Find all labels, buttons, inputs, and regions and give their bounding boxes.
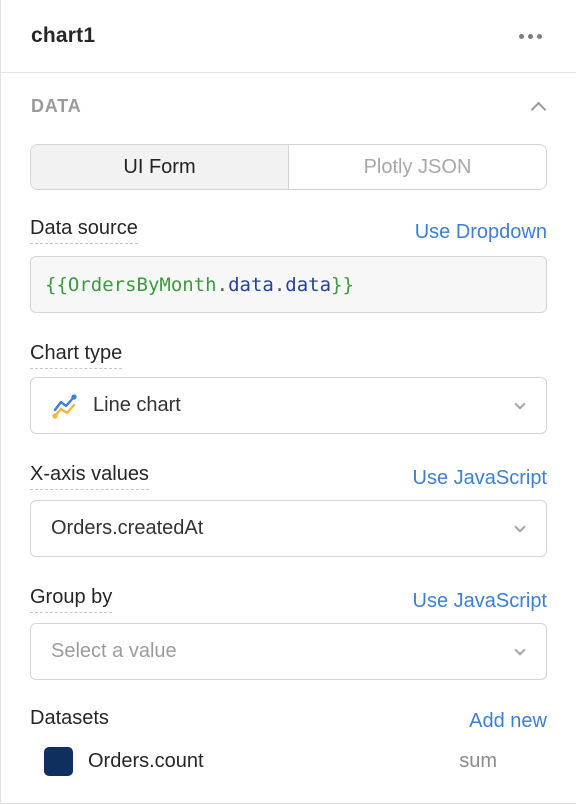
line-chart-icon <box>52 393 77 419</box>
group-by-placeholder: Select a value <box>51 640 177 662</box>
use-dropdown-link[interactable]: Use Dropdown <box>415 220 547 244</box>
code-token: . <box>216 273 229 296</box>
data-source-row: Data source Use Dropdown <box>30 216 547 244</box>
ellipsis-icon[interactable] <box>515 30 546 43</box>
panel-header: chart1 <box>1 0 576 73</box>
code-token: OrdersByMonth <box>67 273 217 296</box>
chart-type-select[interactable]: Line chart <box>30 377 547 434</box>
x-axis-row: X-axis values Use JavaScript <box>30 462 547 490</box>
datasets-label: Datasets <box>30 707 109 729</box>
chart-type-row: Chart type <box>30 341 547 369</box>
section-label: DATA <box>31 95 82 116</box>
data-section-header[interactable]: DATA <box>1 73 576 139</box>
dataset-aggregation: sum <box>459 750 497 772</box>
chart-inspector-panel: chart1 DATA UI Form Plotly JSON Data sou… <box>0 0 576 804</box>
x-axis-value: Orders.createdAt <box>51 517 204 539</box>
code-token: {{ <box>45 273 68 296</box>
chevron-down-icon <box>514 520 526 533</box>
group-by-use-javascript-link[interactable]: Use JavaScript <box>413 589 548 613</box>
chart-type-text: Line chart <box>93 394 181 416</box>
dataset-name: Orders.count <box>88 750 204 772</box>
data-source-label: Data source <box>30 216 138 244</box>
x-axis-select[interactable]: Orders.createdAt <box>30 500 547 557</box>
group-by-select[interactable]: Select a value <box>30 623 547 680</box>
chevron-up-icon[interactable] <box>530 101 547 117</box>
tab-plotly-json[interactable]: Plotly JSON <box>289 145 546 189</box>
x-axis-label: X-axis values <box>30 462 149 490</box>
chevron-down-icon <box>514 643 526 656</box>
chevron-down-icon <box>514 397 526 410</box>
code-token: data <box>228 273 274 296</box>
mode-toggle: UI Form Plotly JSON <box>30 144 547 190</box>
add-new-dataset-link[interactable]: Add new <box>469 709 547 733</box>
group-by-label: Group by <box>30 585 113 613</box>
component-title[interactable]: chart1 <box>31 24 95 48</box>
tab-ui-form[interactable]: UI Form <box>31 145 289 189</box>
code-token: }} <box>331 273 354 296</box>
code-token: data <box>285 273 332 296</box>
x-axis-use-javascript-link[interactable]: Use JavaScript <box>413 466 548 490</box>
list-item[interactable]: Orders.count sum <box>30 747 547 776</box>
code-token: . <box>273 273 286 296</box>
chart-type-label: Chart type <box>30 341 123 369</box>
dataset-color-swatch[interactable] <box>44 747 73 776</box>
data-section-content: UI Form Plotly JSON Data source Use Drop… <box>1 144 576 776</box>
data-source-input[interactable]: {{OrdersByMonth. data. data}} <box>30 256 547 313</box>
group-by-row: Group by Use JavaScript <box>30 585 547 613</box>
chart-type-value: Line chart <box>51 392 181 420</box>
datasets-row: Datasets Add new <box>30 706 547 733</box>
